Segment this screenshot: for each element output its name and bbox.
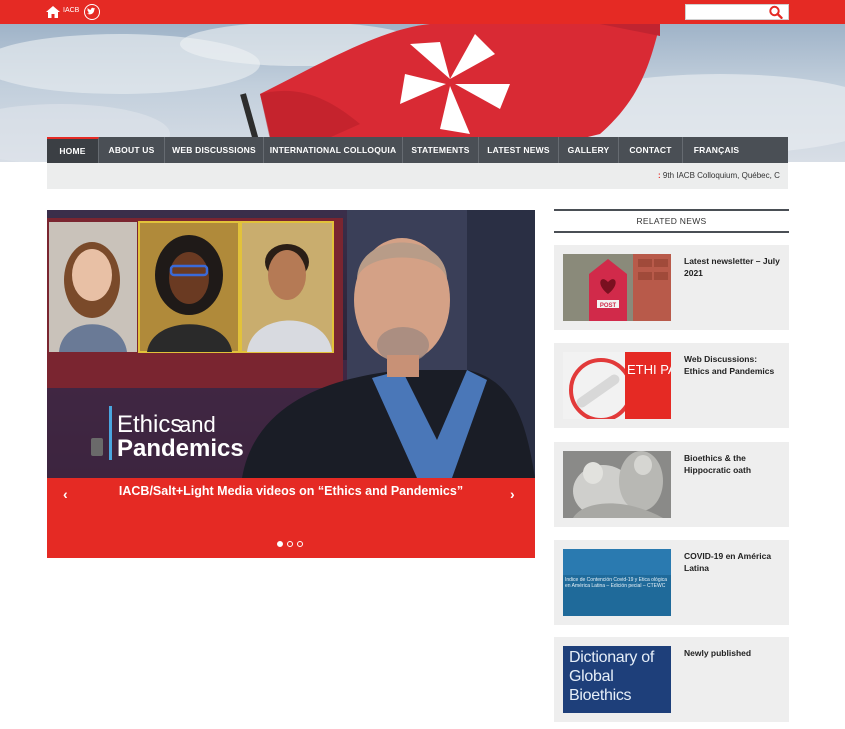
nav-contact[interactable]: CONTACT	[619, 137, 683, 163]
news-card-hippocratic-oath[interactable]: Bioethics & the Hippocratic oath	[554, 442, 789, 527]
slide-caption[interactable]: IACB/Salt+Light Media videos on “Ethics …	[47, 484, 535, 498]
news-thumb-text: ETHI PAN	[627, 362, 671, 377]
nav-about-us[interactable]: ABOUT US	[99, 137, 165, 163]
nav-home[interactable]: HOME	[47, 137, 99, 163]
ticker-item[interactable]: : 9th IACB Colloquium, Québec, C	[658, 171, 780, 180]
news-card-dictionary[interactable]: Dictionary of Global Bioethics Newly pub…	[554, 637, 789, 722]
search-icon[interactable]	[768, 5, 784, 19]
slider-dot-3[interactable]	[297, 541, 303, 547]
slider-dots	[277, 541, 303, 547]
twitter-icon[interactable]	[84, 4, 100, 20]
home-icon[interactable]	[45, 4, 61, 20]
nav-international-colloquia[interactable]: INTERNATIONAL COLLOQUIA	[264, 137, 403, 163]
slide-text-and: and	[179, 412, 216, 437]
slide-text-pandemics: Pandemics	[117, 435, 244, 462]
ticker-label: 9th IACB Colloquium, Québec, C	[660, 171, 780, 180]
slider-dot-1[interactable]	[277, 541, 283, 547]
nav-francais[interactable]: FRANÇAIS	[683, 137, 750, 163]
top-bar: IACB	[0, 0, 845, 24]
related-news-header: RELATED NEWS	[554, 209, 789, 233]
news-thumb-text: Índice de Contención Covid-19 y Ética ol…	[565, 577, 668, 589]
news-thumb-web-discussions[interactable]: ETHI PAN	[563, 352, 671, 419]
news-thumb-text: Dictionary of Global Bioethics	[569, 649, 655, 704]
news-card-newsletter[interactable]: POST Latest newsletter – July 2021	[554, 245, 789, 330]
news-title[interactable]: Web Discussions: Ethics and Pandemics	[684, 353, 784, 377]
news-thumb-mailbox[interactable]: POST	[563, 254, 671, 321]
news-title[interactable]: COVID-19 en América Latina	[684, 550, 784, 574]
slider-next-arrow[interactable]: ›	[510, 486, 515, 502]
nav-latest-news[interactable]: LATEST NEWS	[479, 137, 559, 163]
slide-image[interactable]: Ethics and Pandemics	[47, 210, 535, 478]
nav-gallery[interactable]: GALLERY	[559, 137, 619, 163]
slide-text-ethics: Ethics	[117, 411, 182, 438]
news-title[interactable]: Bioethics & the Hippocratic oath	[684, 452, 784, 476]
home-link[interactable]: IACB	[63, 7, 79, 14]
nav-statements[interactable]: STATEMENTS	[403, 137, 479, 163]
news-ticker: : 9th IACB Colloquium, Québec, C	[47, 163, 788, 189]
news-thumb-relief[interactable]	[563, 451, 671, 518]
news-thumb-dictionary[interactable]: Dictionary of Global Bioethics	[563, 646, 671, 713]
news-title[interactable]: Newly published	[684, 647, 784, 659]
news-thumb-covid[interactable]: Índice de Contención Covid-19 y Ética ol…	[563, 549, 671, 616]
news-card-web-discussions[interactable]: ETHI PAN Web Discussions: Ethics and Pan…	[554, 343, 789, 428]
slider-dot-2[interactable]	[287, 541, 293, 547]
main-nav: HOME ABOUT US WEB DISCUSSIONS INTERNATIO…	[47, 137, 788, 163]
nav-web-discussions[interactable]: WEB DISCUSSIONS	[165, 137, 264, 163]
svg-text:POST: POST	[600, 303, 617, 309]
featured-slider: Ethics and Pandemics ‹ IACB/Salt+Light M…	[47, 210, 535, 558]
news-card-covid-latin-america[interactable]: Índice de Contención Covid-19 y Ética ol…	[554, 540, 789, 625]
news-title[interactable]: Latest newsletter – July 2021	[684, 255, 784, 279]
